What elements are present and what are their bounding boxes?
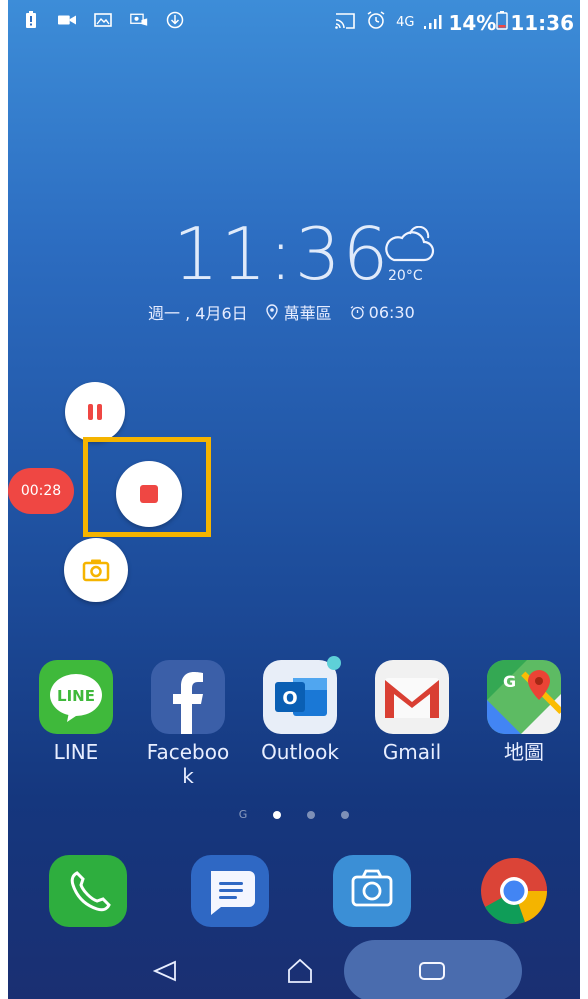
home-screen: 4G 14% 11:36 11:36 20°C 週一 , 4月6日 萬華區 06… <box>8 0 580 999</box>
notification-dot <box>327 656 341 670</box>
battery-warning-icon <box>22 11 40 28</box>
battery-icon <box>496 10 509 35</box>
app-facebook[interactable]: Faceboo k <box>143 660 233 788</box>
video-camera-icon <box>58 12 76 28</box>
svg-text:O: O <box>282 688 297 709</box>
line-icon: LINE <box>39 660 113 734</box>
stop-icon <box>140 485 158 503</box>
screen-record-icon <box>130 12 148 28</box>
pause-recording-button[interactable] <box>65 382 125 442</box>
recents-button[interactable] <box>418 960 448 982</box>
system-status: 4G 14% 11:36 <box>334 10 574 35</box>
home-icon <box>288 958 312 983</box>
date-text: 週一 , 4月6日 <box>148 304 248 323</box>
app-label: 地圖 <box>504 740 544 764</box>
svg-text:G: G <box>503 672 516 691</box>
alarm-group: 06:30 <box>350 300 415 324</box>
signal-icon <box>424 11 444 35</box>
temperature: 20°C <box>388 268 423 284</box>
location-pin-icon <box>265 304 278 320</box>
clock-widget[interactable]: 11:36 <box>173 212 391 296</box>
camera-icon <box>82 559 110 582</box>
app-label: LINE <box>53 740 99 764</box>
back-icon <box>152 960 176 982</box>
recording-timer: 00:28 <box>8 468 74 514</box>
location-group: 萬華區 <box>265 300 332 324</box>
screenshot-button[interactable] <box>64 538 128 602</box>
navigation-bar <box>8 940 580 999</box>
gallery-icon <box>94 12 112 28</box>
cast-icon <box>334 11 356 35</box>
status-bar: 4G 14% 11:36 <box>8 8 580 38</box>
maps-icon: G <box>487 660 561 734</box>
page-dot-active[interactable] <box>273 810 282 819</box>
google-feed-indicator[interactable]: G <box>239 808 248 821</box>
stop-recording-button[interactable] <box>116 461 182 527</box>
location-text: 萬華區 <box>283 304 332 323</box>
app-line[interactable]: LINE LINE <box>31 660 121 764</box>
camera-app-icon[interactable] <box>333 855 411 927</box>
gmail-icon <box>375 660 449 734</box>
page-dot[interactable] <box>341 810 350 819</box>
chrome-icon[interactable] <box>475 855 553 927</box>
facebook-icon <box>151 660 225 734</box>
status-time: 11:36 <box>510 10 574 35</box>
date-location-line[interactable]: 週一 , 4月6日 萬華區 06:30 <box>148 300 415 324</box>
svg-text:LINE: LINE <box>57 687 95 705</box>
alarm-clock-icon <box>350 305 365 319</box>
network-type: 4G <box>396 15 415 30</box>
home-button[interactable] <box>286 958 316 984</box>
app-maps[interactable]: G 地圖 <box>479 660 569 764</box>
app-label: Gmail <box>382 740 442 764</box>
app-label: Outlook <box>261 740 339 764</box>
phone-icon[interactable] <box>49 855 127 927</box>
battery-percent: 14% <box>448 10 497 35</box>
pause-icon <box>88 404 102 420</box>
messages-icon[interactable] <box>191 855 269 927</box>
alarm-time: 06:30 <box>368 302 415 322</box>
page-indicator[interactable]: G <box>8 808 580 821</box>
outlook-icon: O <box>263 660 337 734</box>
recents-icon <box>419 962 445 980</box>
app-label: Faceboo k <box>146 740 230 788</box>
page-dot[interactable] <box>307 810 316 819</box>
app-gmail[interactable]: Gmail <box>367 660 457 764</box>
download-icon <box>166 11 184 29</box>
notification-icons <box>22 11 184 29</box>
back-button[interactable] <box>152 960 183 984</box>
app-outlook[interactable]: O Outlook <box>255 656 345 764</box>
alarm-icon <box>366 10 386 35</box>
